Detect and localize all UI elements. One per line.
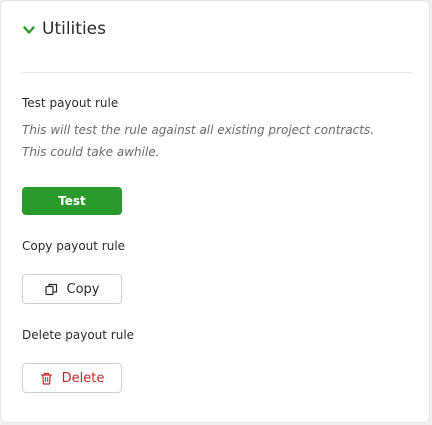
chevron-down-icon xyxy=(22,22,36,36)
delete-button-label: Delete xyxy=(61,370,105,386)
delete-rule-label: Delete payout rule xyxy=(22,328,135,342)
divider xyxy=(22,72,412,73)
utilities-header[interactable]: Utilities xyxy=(22,19,106,39)
delete-button[interactable]: Delete xyxy=(22,363,122,393)
test-button[interactable]: Test xyxy=(22,187,122,215)
utilities-panel: Utilities Test payout rule This will tes… xyxy=(0,0,430,423)
copy-button-label: Copy xyxy=(66,281,100,297)
test-note-line1: This will test the rule against all exis… xyxy=(22,123,375,137)
test-note-line2: This could take awhile. xyxy=(22,145,160,159)
copy-icon xyxy=(44,283,58,296)
utilities-title: Utilities xyxy=(42,19,106,39)
copy-button[interactable]: Copy xyxy=(22,274,122,304)
copy-rule-label: Copy payout rule xyxy=(22,239,126,253)
test-rule-label: Test payout rule xyxy=(22,96,119,110)
trash-icon xyxy=(40,372,53,385)
